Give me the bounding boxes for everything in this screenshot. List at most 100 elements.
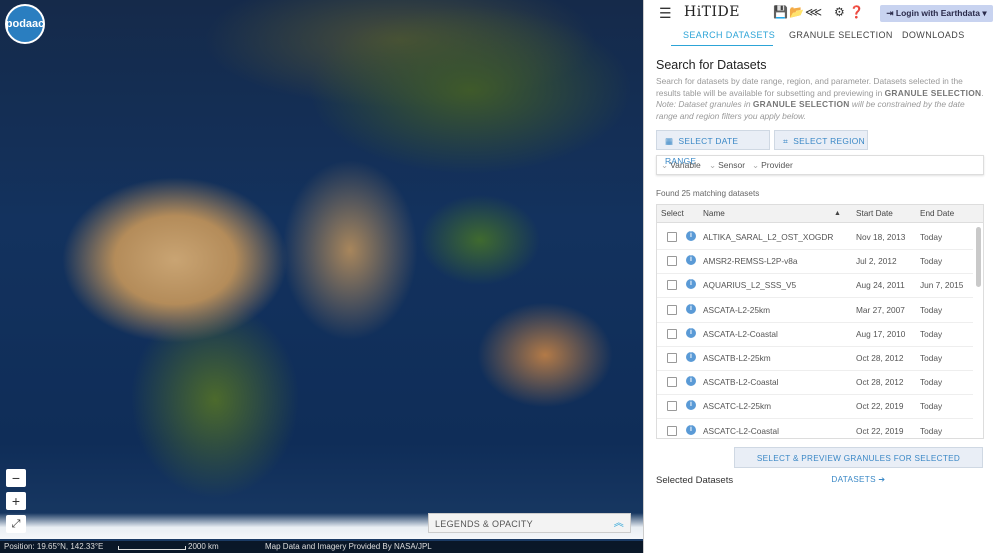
position-readout: Position: 19.65°N, 142.33°E bbox=[4, 542, 104, 551]
col-name[interactable]: Name bbox=[703, 209, 725, 218]
table-row[interactable]: i ASCATB-L2-Coastal Oct 28, 2012 Today bbox=[657, 370, 973, 396]
select-region-button[interactable]: ⌗ SELECT REGION bbox=[774, 130, 868, 150]
map-status-bar: Position: 19.65°N, 142.33°E 2000 km Map … bbox=[0, 541, 643, 553]
info-icon[interactable]: i bbox=[686, 303, 696, 314]
table-row[interactable]: i ALTIKA_SARAL_L2_OST_XOGDR Nov 18, 2013 To… bbox=[657, 225, 973, 250]
dataset-start-date: Jul 2, 2012 bbox=[856, 256, 897, 267]
dataset-name: ASCATB-L2-Coastal bbox=[703, 377, 779, 388]
dataset-name: ASCATA-L2-Coastal bbox=[703, 328, 778, 339]
table-row[interactable]: i ASCATB-L2-25km Oct 28, 2012 Today bbox=[657, 346, 973, 371]
fullscreen-icon[interactable]: ⤢ bbox=[6, 515, 26, 533]
dataset-name: ALTIKA_SARAL_L2_OST_XOGDR bbox=[703, 232, 834, 242]
results-count: Found 25 matching datasets bbox=[656, 189, 760, 198]
col-end-date[interactable]: End Date bbox=[920, 209, 954, 218]
chevron-up-icon: ︽ bbox=[613, 518, 624, 529]
table-header: Select Name ▲ Start Date End Date bbox=[657, 205, 983, 223]
dataset-name: AQUARIUS_L2_SSS_V5 bbox=[703, 280, 797, 291]
dataset-start-date: Oct 28, 2012 bbox=[856, 377, 904, 388]
folder-icon[interactable]: 📂 bbox=[789, 5, 804, 19]
legends-opacity-toggle[interactable]: LEGENDS & OPACITY ︽ bbox=[428, 513, 631, 533]
login-label: Login with Earthdata bbox=[895, 8, 980, 18]
map-credit: Map Data and Imagery Provided By NASA/JP… bbox=[265, 542, 432, 551]
dataset-start-date: Oct 22, 2019 bbox=[856, 425, 904, 436]
dataset-name: AMSR2-REMSS-L2P-v8a bbox=[703, 256, 798, 267]
dataset-end-date: Jun 7, 2015 bbox=[920, 280, 964, 291]
info-icon[interactable]: i bbox=[686, 231, 696, 241]
col-select: Select bbox=[661, 209, 684, 218]
zoom-out-button[interactable]: − bbox=[6, 469, 26, 487]
share-icon[interactable]: ⋘ bbox=[805, 5, 822, 19]
dataset-end-date: Today bbox=[920, 401, 943, 412]
dataset-end-date: Today bbox=[920, 377, 943, 388]
dataset-start-date: Oct 28, 2012 bbox=[856, 353, 904, 363]
scale-bar bbox=[118, 546, 186, 550]
sensor-filter[interactable]: ⌄ Sensor bbox=[709, 160, 745, 171]
dataset-end-date: Today bbox=[920, 425, 943, 436]
table-row[interactable]: i ASCATA-L2-Coastal Aug 17, 2010 Today bbox=[657, 322, 973, 347]
provider-filter[interactable]: ⌄ Provider bbox=[752, 160, 793, 171]
menu-icon[interactable]: ☰ bbox=[659, 5, 672, 22]
dataset-start-date: Mar 27, 2007 bbox=[856, 304, 905, 315]
col-start-date[interactable]: Start Date bbox=[856, 209, 893, 218]
info-icon[interactable]: i bbox=[686, 327, 696, 338]
gear-icon[interactable]: ⚙ bbox=[834, 5, 845, 19]
login-button[interactable]: ⇥ Login with Earthdata ▾ bbox=[880, 5, 993, 22]
tab-search-datasets[interactable]: SEARCH DATASETS bbox=[683, 30, 775, 40]
row-checkbox[interactable] bbox=[667, 280, 677, 291]
chevron-down-icon: ⌄ bbox=[752, 160, 760, 170]
dataset-end-date: Today bbox=[920, 304, 943, 315]
dataset-start-date: Nov 18, 2013 bbox=[856, 232, 906, 242]
help-icon[interactable]: ❓ bbox=[849, 5, 864, 19]
info-icon[interactable]: i bbox=[686, 279, 696, 290]
info-icon[interactable]: i bbox=[686, 376, 696, 387]
row-checkbox[interactable] bbox=[667, 377, 677, 388]
dataset-name: ASCATC-L2-Coastal bbox=[703, 425, 779, 436]
variable-filter[interactable]: ⌄ Variable bbox=[661, 160, 701, 171]
side-panel: ☰ HiTIDE 💾 📂 ⋘ ⚙ ❓ ⇥ Login with Earthdat… bbox=[643, 0, 1000, 553]
row-checkbox[interactable] bbox=[667, 328, 677, 339]
table-row[interactable]: i AMSR2-REMSS-L2P-v8a Jul 2, 2012 Today bbox=[657, 249, 973, 275]
table-row[interactable]: i AQUARIUS_L2_SSS_V5 Aug 24, 2011 Jun 7, 20… bbox=[657, 273, 973, 299]
chevron-down-icon: ⌄ bbox=[661, 160, 669, 170]
crop-icon: ⌗ bbox=[783, 136, 789, 146]
dataset-end-date: Today bbox=[920, 353, 943, 363]
row-checkbox[interactable] bbox=[667, 353, 677, 363]
caret-down-icon: ▾ bbox=[982, 8, 987, 18]
save-icon[interactable]: 💾 bbox=[773, 5, 788, 19]
tab-granule-selection[interactable]: GRANULE SELECTION bbox=[789, 30, 893, 40]
top-bar: ☰ HiTIDE 💾 📂 ⋘ ⚙ ❓ ⇥ Login with Earthdat… bbox=[644, 0, 1000, 26]
map-viewer[interactable]: podaac − + ⤢ LEGENDS & OPACITY ︽ Positio… bbox=[0, 0, 643, 553]
login-icon: ⇥ bbox=[886, 8, 894, 18]
table-scrollbar[interactable] bbox=[976, 227, 981, 287]
select-date-range-button[interactable]: ▦ SELECT DATE RANGE bbox=[656, 130, 770, 166]
calendar-icon: ▦ bbox=[665, 136, 674, 146]
dataset-start-date: Aug 24, 2011 bbox=[856, 280, 905, 291]
table-row[interactable]: i ASCATC-L2-Coastal Oct 22, 2019 Today bbox=[657, 419, 973, 438]
zoom-in-button[interactable]: + bbox=[6, 492, 26, 510]
datasets-table: Select Name ▲ Start Date End Date i ALTIK… bbox=[656, 204, 984, 439]
row-checkbox[interactable] bbox=[667, 425, 677, 436]
region-label: SELECT REGION bbox=[793, 136, 865, 146]
tab-downloads[interactable]: DOWNLOADS bbox=[902, 30, 965, 40]
app-title: HiTIDE bbox=[684, 4, 740, 20]
selected-datasets-heading: Selected Datasets bbox=[656, 475, 734, 486]
row-checkbox[interactable] bbox=[667, 401, 677, 412]
info-icon[interactable]: i bbox=[686, 424, 696, 435]
podaac-logo[interactable]: podaac bbox=[5, 4, 45, 44]
select-preview-granules-button[interactable]: SELECT & PREVIEW GRANULES FOR SELECTED D… bbox=[734, 447, 983, 484]
info-icon[interactable]: i bbox=[686, 255, 696, 266]
legends-label: LEGENDS & OPACITY bbox=[435, 519, 533, 529]
row-checkbox[interactable] bbox=[667, 304, 677, 315]
info-icon[interactable]: i bbox=[686, 352, 696, 362]
info-icon[interactable]: i bbox=[686, 400, 696, 411]
filter-bar: ⌄ Variable ⌄ Sensor ⌄ Provider bbox=[656, 155, 984, 175]
row-checkbox[interactable] bbox=[667, 232, 677, 242]
dataset-name: ASCATC-L2-25km bbox=[703, 401, 772, 412]
sort-asc-icon[interactable]: ▲ bbox=[834, 210, 841, 217]
chevron-down-icon: ⌄ bbox=[709, 160, 717, 170]
scale-label: 2000 km bbox=[188, 542, 219, 551]
active-tab-indicator bbox=[671, 45, 773, 46]
table-row[interactable]: i ASCATA-L2-25km Mar 27, 2007 Today bbox=[657, 298, 973, 323]
table-row[interactable]: i ASCATC-L2-25km Oct 22, 2019 Today bbox=[657, 394, 973, 420]
row-checkbox[interactable] bbox=[667, 256, 677, 267]
